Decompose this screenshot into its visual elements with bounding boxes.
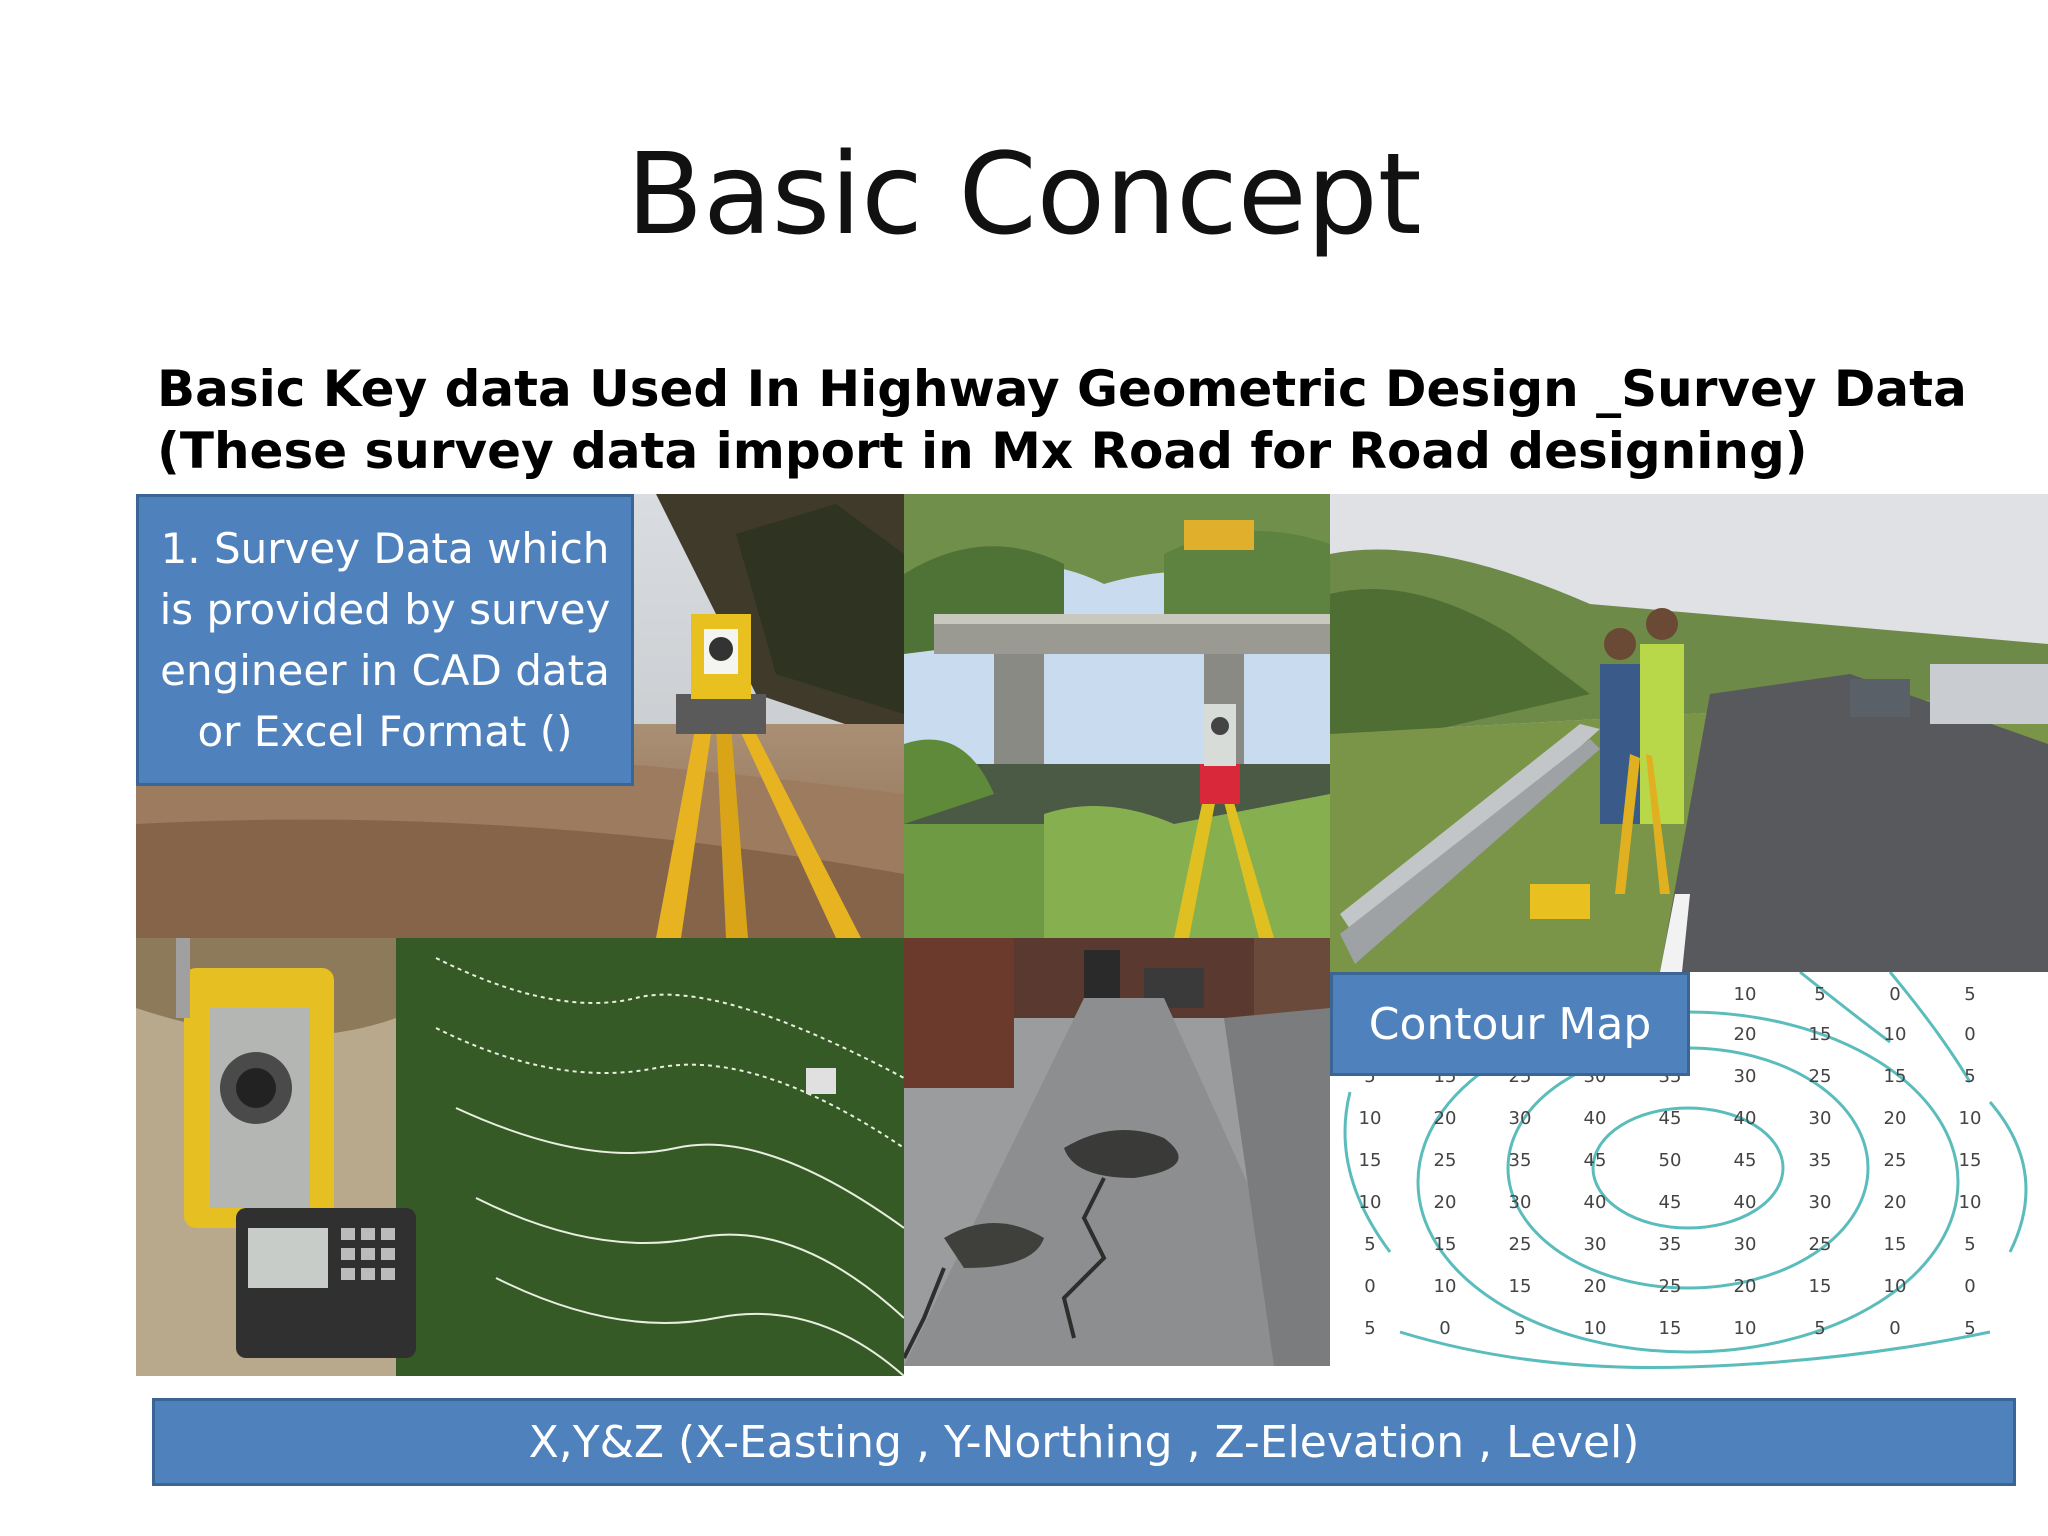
contour-value: 30 <box>1734 1066 1757 1087</box>
contour-value: 30 <box>1809 1192 1832 1213</box>
contour-value: 20 <box>1884 1192 1907 1213</box>
contour-value: 45 <box>1659 1192 1682 1213</box>
contour-value: 20 <box>1434 1108 1457 1129</box>
contour-map-label: Contour Map <box>1330 972 1690 1076</box>
contour-value: 15 <box>1809 1024 1832 1045</box>
photo-cracked-road <box>904 938 1330 1366</box>
contour-value: 10 <box>1959 1108 1982 1129</box>
contour-value: 0 <box>1964 1024 1975 1045</box>
contour-value: 0 <box>1439 1318 1450 1339</box>
contour-value: 25 <box>1809 1066 1832 1087</box>
slide-subtitle: Basic Key data Used In Highway Geometric… <box>157 360 1967 480</box>
contour-value: 10 <box>1959 1192 1982 1213</box>
contour-value: 0 <box>1889 984 1900 1005</box>
contour-value: 10 <box>1884 1024 1907 1045</box>
contour-value: 25 <box>1509 1234 1532 1255</box>
contour-value: 40 <box>1584 1108 1607 1129</box>
contour-value: 20 <box>1734 1024 1757 1045</box>
contour-value: 15 <box>1959 1150 1982 1171</box>
contour-value: 25 <box>1659 1276 1682 1297</box>
contour-value: 15 <box>1884 1234 1907 1255</box>
survey-data-callout: 1. Survey Data which is provided by surv… <box>136 494 634 786</box>
contour-value: 5 <box>1814 984 1825 1005</box>
contour-value: 0 <box>1889 1318 1900 1339</box>
contour-value: 40 <box>1734 1192 1757 1213</box>
contour-value: 35 <box>1659 1234 1682 1255</box>
photo-highway-surveyors <box>1330 494 2048 972</box>
photo-bridge-survey <box>904 494 1330 938</box>
contour-value: 40 <box>1734 1108 1757 1129</box>
contour-value: 20 <box>1884 1108 1907 1129</box>
contour-value: 50 <box>1659 1150 1682 1171</box>
contour-value: 5 <box>1514 1318 1525 1339</box>
contour-value: 5 <box>1964 1234 1975 1255</box>
contour-value: 5 <box>1964 984 1975 1005</box>
contour-value: 10 <box>1584 1318 1607 1339</box>
contour-value: 5 <box>1364 1234 1375 1255</box>
contour-value: 45 <box>1734 1150 1757 1171</box>
contour-value: 40 <box>1584 1192 1607 1213</box>
contour-value: 45 <box>1584 1150 1607 1171</box>
contour-value: 5 <box>1814 1318 1825 1339</box>
contour-value: 20 <box>1734 1276 1757 1297</box>
contour-value: 5 <box>1364 1318 1375 1339</box>
contour-value: 5 <box>1964 1066 1975 1087</box>
contour-value: 25 <box>1884 1150 1907 1171</box>
contour-value: 10 <box>1359 1108 1382 1129</box>
contour-value: 30 <box>1584 1234 1607 1255</box>
contour-value: 30 <box>1734 1234 1757 1255</box>
contour-value: 15 <box>1509 1276 1532 1297</box>
contour-value: 20 <box>1434 1192 1457 1213</box>
contour-value: 10 <box>1734 984 1757 1005</box>
contour-value: 30 <box>1509 1108 1532 1129</box>
contour-value: 10 <box>1734 1318 1757 1339</box>
contour-value: 45 <box>1659 1108 1682 1129</box>
contour-value: 15 <box>1809 1276 1832 1297</box>
contour-value: 10 <box>1359 1192 1382 1213</box>
contour-value: 35 <box>1509 1150 1532 1171</box>
contour-value: 10 <box>1884 1276 1907 1297</box>
contour-value: 30 <box>1809 1108 1832 1129</box>
contour-value: 15 <box>1884 1066 1907 1087</box>
contour-value: 20 <box>1584 1276 1607 1297</box>
contour-value: 35 <box>1809 1150 1832 1171</box>
contour-value: 10 <box>1434 1276 1457 1297</box>
contour-value: 0 <box>1364 1276 1375 1297</box>
contour-value: 15 <box>1359 1150 1382 1171</box>
contour-value: 15 <box>1659 1318 1682 1339</box>
xyz-coordinates-banner: X,Y&Z (X-Easting , Y-Northing , Z-Elevat… <box>152 1398 2016 1486</box>
contour-value: 25 <box>1434 1150 1457 1171</box>
slide-title: Basic Concept <box>626 130 1422 260</box>
contour-value: 5 <box>1964 1318 1975 1339</box>
contour-value: 15 <box>1434 1234 1457 1255</box>
contour-value: 0 <box>1964 1276 1975 1297</box>
contour-value: 25 <box>1809 1234 1832 1255</box>
photo-instrument-aerial <box>136 938 904 1376</box>
contour-value: 30 <box>1509 1192 1532 1213</box>
